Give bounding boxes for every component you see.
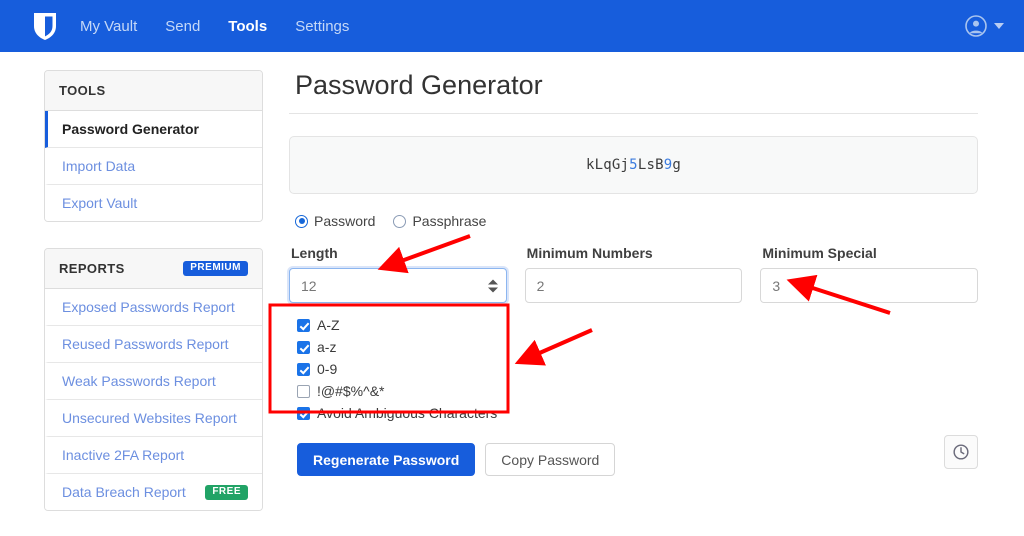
sidebar: TOOLS Password Generator Import Data Exp… (44, 70, 263, 511)
password-segment: g (672, 157, 681, 173)
sidebar-item-reused-passwords-report[interactable]: Reused Passwords Report (45, 326, 262, 363)
free-badge: FREE (205, 485, 248, 500)
stepper-down-icon[interactable] (488, 287, 498, 292)
main-content: Password Generator kLqGj5LsB9g Password … (289, 70, 1000, 511)
sidebar-item-export-vault[interactable]: Export Vault (45, 185, 262, 221)
field-minimum-special: Minimum Special 3 (760, 245, 978, 303)
generated-password-text: kLqGj5LsB9g (586, 157, 681, 173)
sidebar-item-import-data[interactable]: Import Data (45, 148, 262, 185)
length-stepper[interactable] (488, 279, 498, 292)
password-history-button[interactable] (944, 435, 978, 469)
reports-panel: REPORTS PREMIUM Exposed Passwords Report… (44, 248, 263, 511)
sidebar-item-exposed-passwords-report[interactable]: Exposed Passwords Report (45, 289, 262, 326)
chevron-down-icon[interactable] (994, 23, 1004, 29)
reports-heading-label: REPORTS (59, 261, 125, 276)
sidebar-item-label: Inactive 2FA Report (62, 447, 184, 463)
field-label-length: Length (291, 245, 507, 261)
minimum-special-input[interactable]: 3 (760, 268, 978, 303)
regenerate-password-button[interactable]: Regenerate Password (297, 443, 475, 476)
character-options-group: A-Z a-z 0-9 !@#$%^&* Avoid Ambiguous Cha… (297, 317, 978, 421)
premium-badge: PREMIUM (183, 261, 248, 276)
sidebar-item-data-breach-report[interactable]: Data Breach Report FREE (45, 474, 262, 510)
password-segment-digit: 5 (629, 157, 638, 173)
password-segment: LsB (638, 157, 664, 173)
tools-heading-label: TOOLS (59, 83, 106, 98)
password-segment: kLqGj (586, 157, 629, 173)
checkbox-indicator[interactable] (297, 319, 310, 332)
checkbox-indicator[interactable] (297, 407, 310, 420)
nav-link-settings[interactable]: Settings (295, 18, 349, 35)
sidebar-item-label: Import Data (62, 158, 135, 174)
checkbox-uppercase[interactable]: A-Z (297, 317, 978, 333)
field-label-minimum-numbers: Minimum Numbers (527, 245, 743, 261)
length-input-wrapper: 12 (289, 268, 507, 303)
checkbox-indicator[interactable] (297, 385, 310, 398)
bitwarden-shield-icon[interactable] (32, 11, 58, 41)
checkbox-avoid-ambiguous[interactable]: Avoid Ambiguous Characters (297, 405, 978, 421)
sidebar-item-label: Reused Passwords Report (62, 336, 229, 352)
sidebar-item-label: Exposed Passwords Report (62, 299, 235, 315)
account-circle-icon[interactable] (964, 14, 988, 38)
radio-option-passphrase[interactable]: Passphrase (393, 213, 486, 229)
checkbox-special-characters[interactable]: !@#$%^&* (297, 383, 978, 399)
stepper-up-icon[interactable] (488, 279, 498, 284)
top-navbar: My Vault Send Tools Settings (0, 0, 1024, 52)
radio-indicator[interactable] (295, 215, 308, 228)
generated-password-box[interactable]: kLqGj5LsB9g (289, 136, 978, 194)
sidebar-item-password-generator[interactable]: Password Generator (45, 111, 262, 148)
password-type-radio-group: Password Passphrase (295, 213, 978, 229)
checkbox-label: Avoid Ambiguous Characters (317, 405, 497, 421)
title-divider (289, 113, 978, 114)
copy-password-button[interactable]: Copy Password (485, 443, 615, 476)
sidebar-item-weak-passwords-report[interactable]: Weak Passwords Report (45, 363, 262, 400)
sidebar-item-label: Password Generator (62, 121, 199, 137)
field-length: Length 12 (289, 245, 507, 303)
action-buttons: Regenerate Password Copy Password (297, 443, 615, 476)
checkbox-indicator[interactable] (297, 363, 310, 376)
tools-panel-header: TOOLS (45, 71, 262, 111)
sidebar-item-label: Export Vault (62, 195, 137, 211)
sidebar-item-label: Weak Passwords Report (62, 373, 216, 389)
sidebar-item-label: Unsecured Websites Report (62, 410, 237, 426)
checkbox-lowercase[interactable]: a-z (297, 339, 978, 355)
field-minimum-numbers: Minimum Numbers 2 (525, 245, 743, 303)
page-body: TOOLS Password Generator Import Data Exp… (0, 52, 1024, 511)
minimum-numbers-input[interactable]: 2 (525, 268, 743, 303)
sidebar-item-unsecured-websites-report[interactable]: Unsecured Websites Report (45, 400, 262, 437)
clock-history-icon (952, 443, 970, 461)
sidebar-item-label: Data Breach Report (62, 484, 186, 500)
minimum-special-input-wrapper: 3 (760, 268, 978, 303)
radio-option-password[interactable]: Password (295, 213, 375, 229)
nav-links: My Vault Send Tools Settings (80, 18, 349, 35)
field-label-minimum-special: Minimum Special (762, 245, 978, 261)
radio-label: Passphrase (412, 213, 486, 229)
checkbox-label: !@#$%^&* (317, 383, 384, 399)
tools-panel: TOOLS Password Generator Import Data Exp… (44, 70, 263, 222)
nav-link-tools[interactable]: Tools (228, 18, 267, 35)
checkbox-indicator[interactable] (297, 341, 310, 354)
generator-fields-row: Length 12 Minimum Numbers 2 Minimum Spec… (289, 245, 978, 303)
length-input[interactable]: 12 (289, 268, 507, 303)
checkbox-label: 0-9 (317, 361, 337, 377)
checkbox-label: A-Z (317, 317, 340, 333)
checkbox-label: a-z (317, 339, 336, 355)
page-title: Password Generator (295, 70, 978, 101)
checkbox-numbers[interactable]: 0-9 (297, 361, 978, 377)
nav-link-send[interactable]: Send (165, 18, 200, 35)
radio-label: Password (314, 213, 375, 229)
actions-line: Regenerate Password Copy Password (289, 427, 978, 476)
sidebar-item-inactive-2fa-report[interactable]: Inactive 2FA Report (45, 437, 262, 474)
radio-indicator[interactable] (393, 215, 406, 228)
nav-link-my-vault[interactable]: My Vault (80, 18, 137, 35)
reports-panel-header: REPORTS PREMIUM (45, 249, 262, 289)
minimum-numbers-input-wrapper: 2 (525, 268, 743, 303)
account-menu[interactable] (964, 14, 1004, 38)
